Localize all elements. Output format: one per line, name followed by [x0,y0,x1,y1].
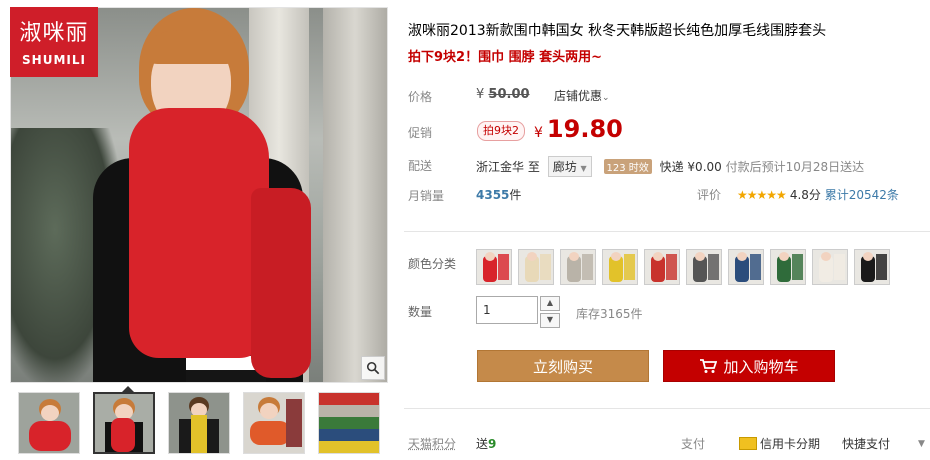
buy-now-button[interactable]: 立刻购买 [477,350,649,382]
color-label: 颜色分类 [408,257,457,271]
monthly-sales-unit: 件 [509,188,522,202]
thumbnail-4[interactable] [243,392,305,454]
promo-price: ¥19.80 [534,115,623,143]
brand-logo-en: SHUMILI [22,53,86,67]
color-swatch-7[interactable] [728,249,764,285]
monthly-sales-count: 4355 [476,188,510,202]
promo-label: 促销 [408,126,433,140]
color-swatch-9[interactable] [812,249,848,285]
tmall-points-label[interactable]: 天猫积分 [408,435,456,452]
thumbnail-5[interactable] [318,392,380,454]
thumbnail-2[interactable] [93,392,155,454]
chevron-down-icon[interactable]: ▼ [918,439,925,449]
rating-summary: 评价 ★★★★★ 4.8分 累计20542条 [697,186,899,203]
color-swatch-1[interactable] [476,249,512,285]
shipping-label: 配送 [408,159,433,173]
shop-promo-label: 店铺优惠 [554,89,603,103]
payment-label: 支付 [681,437,706,451]
credit-installment-link[interactable]: 信用卡分期 [760,435,820,452]
thumbnail-3[interactable] [168,392,230,454]
stock-count: 库存3165件 [576,307,643,321]
delivery-eta: 付款后预计10月28日送达 [725,160,865,174]
thumbnail-strip [18,392,380,454]
color-swatch-2[interactable] [518,249,554,285]
zoom-icon[interactable] [361,356,385,380]
points-value: 9 [488,437,497,451]
quantity-input[interactable] [476,296,538,324]
product-subtitle: 拍下9块2！围巾 围脖 套头两用~ [408,50,603,65]
original-price: ¥ 50.00 [476,87,530,102]
product-title: 淑咪丽2013新款围巾韩国女 秋冬天韩版超长纯色加厚毛线围脖套头 [408,23,827,39]
promo-tag: 拍9块2 [477,121,525,141]
currency-symbol: ¥ [476,87,485,102]
brand-logo: 淑咪丽 SHUMILI [10,7,98,77]
model-red-scarf-end [251,188,311,378]
quick-pay-link[interactable]: 快捷支付 [842,435,890,452]
credit-card-icon [739,437,757,450]
tmall-points: 送9 [476,435,496,452]
color-swatch-10[interactable] [854,249,890,285]
chevron-down-icon: ▼ [580,164,587,173]
original-price-value: 50.00 [488,87,530,102]
promo-currency: ¥ [534,125,543,141]
thumbnail-1[interactable] [18,392,80,454]
add-to-cart-label: 加入购物车 [723,357,799,376]
color-swatch-6[interactable] [686,249,722,285]
ship-to-word: 至 [527,160,540,174]
divider [404,231,930,232]
quantity-increase-button[interactable]: ▲ [540,296,560,311]
divider [404,408,930,409]
rating-score: 4.8分 [789,188,821,202]
promo-price-value: 19.80 [546,115,623,143]
color-swatch-5[interactable] [644,249,680,285]
background-column [323,8,387,382]
brand-logo-cn: 淑咪丽 [19,21,89,46]
color-swatch-3[interactable] [560,249,596,285]
price-label: 价格 [408,90,433,104]
rating-label: 评价 [697,188,722,202]
cart-icon [700,359,718,373]
monthly-sales-label: 月销量 [408,189,445,203]
quantity-label: 数量 [408,305,433,319]
destination-value: 廊坊 [552,160,577,174]
model-bangs [149,30,235,64]
delivery-time-badge: 123 时效 [603,159,652,174]
color-swatch-8[interactable] [770,249,806,285]
model-red-scarf [129,108,269,358]
shipping-fee: 快递 ¥0.00 [659,160,722,174]
color-swatch-4[interactable] [602,249,638,285]
points-prefix: 送 [476,437,489,451]
quantity-decrease-button[interactable]: ▼ [540,313,560,328]
add-to-cart-button[interactable]: 加入购物车 [663,350,835,382]
shop-promo-dropdown[interactable]: 店铺优惠⌄ [554,87,610,104]
review-count-link[interactable]: 累计20542条 [825,188,899,202]
star-rating-icon: ★★★★★ [737,188,787,202]
monthly-sales: 4355件 [476,186,521,203]
ship-from: 浙江金华 [476,160,525,174]
chevron-down-icon: ⌄ [602,93,610,103]
destination-select[interactable]: 廊坊 ▼ [547,156,592,177]
shipping-info: 浙江金华 至 廊坊 ▼ 123 时效 快递 ¥0.00 付款后预计10月28日送… [476,156,864,177]
